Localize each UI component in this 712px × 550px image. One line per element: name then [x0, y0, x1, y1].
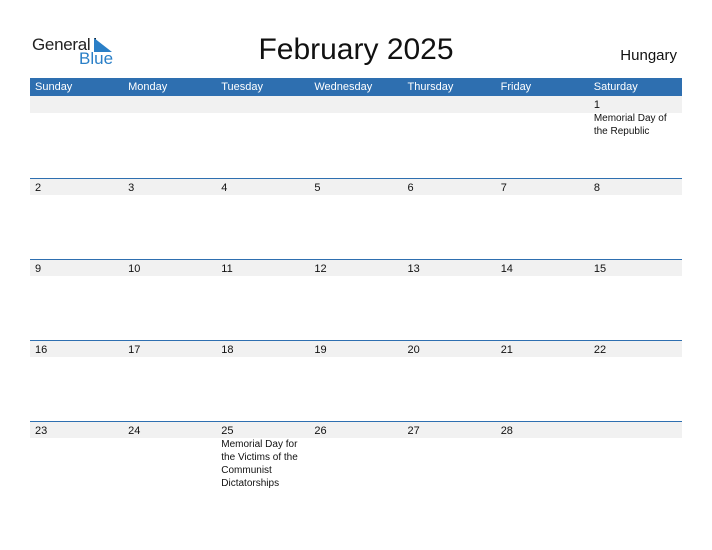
weekday-sunday: Sunday	[35, 81, 73, 93]
day-number	[221, 97, 309, 112]
day-number: 7	[500, 182, 507, 194]
day-number	[314, 97, 402, 112]
day-number	[35, 97, 123, 112]
day-number: 19	[314, 344, 327, 356]
weekday-friday: Friday	[500, 81, 532, 93]
day-cell	[496, 96, 589, 177]
day-number: 20	[407, 344, 420, 356]
day-number	[501, 97, 589, 112]
holiday-event: Memorial Day of the Republic	[593, 113, 667, 137]
day-cell: 11	[216, 259, 309, 340]
day-cell: 9	[30, 259, 123, 340]
day-cell	[309, 96, 402, 177]
day-cell: 17	[123, 340, 216, 421]
day-cell: 21	[496, 340, 589, 421]
day-number: 14	[500, 263, 513, 275]
weekday-tuesday: Tuesday	[221, 81, 264, 93]
day-cell: 25 Memorial Day for the Victims of the Co…	[216, 421, 309, 502]
day-cell: 13	[403, 259, 496, 340]
day-number: 23	[35, 425, 48, 437]
day-cell: 6	[403, 178, 496, 259]
day-number: 2	[35, 182, 42, 194]
day-number: 12	[314, 263, 327, 275]
day-cell: 22	[589, 340, 682, 421]
day-number: 10	[128, 263, 141, 275]
week-row: 16 17 18 19 20 21 22	[30, 340, 682, 421]
day-cell: 7	[496, 178, 589, 259]
day-cell: 8	[589, 178, 682, 259]
country-label: Hungary	[620, 47, 677, 64]
day-cell: 14	[496, 259, 589, 340]
week-row: 1 Memorial Day of the Republic	[30, 96, 682, 177]
week-row: 23 24 25 Memorial Day for the Victims of th…	[30, 421, 682, 502]
day-number	[408, 97, 496, 112]
day-cell: 15	[589, 259, 682, 340]
calendar-title: February 2025	[258, 33, 454, 66]
day-number: 15	[593, 263, 607, 275]
weekday-wednesday: Wednesday	[314, 81, 373, 93]
day-cell	[123, 96, 216, 177]
day-cell: 1 Memorial Day of the Republic	[589, 96, 682, 177]
weekday-header: Sunday Monday Tuesday Wednesday Thursday…	[30, 78, 682, 96]
day-number: 26	[314, 425, 327, 437]
weekday-monday: Monday	[128, 81, 168, 93]
day-cell: 4	[216, 178, 309, 259]
day-number: 8	[593, 182, 600, 194]
day-number: 5	[314, 182, 321, 194]
day-number: 11	[221, 263, 233, 275]
day-number: 24	[128, 425, 141, 437]
day-cell	[589, 421, 682, 502]
day-number: 25	[221, 425, 234, 437]
weekday-thursday: Thursday	[407, 81, 454, 93]
day-number	[128, 97, 216, 112]
week-row: 9 10 11 12 13 14 15	[30, 259, 682, 340]
day-number: 13	[407, 263, 420, 275]
day-cell: 23	[30, 421, 123, 502]
day-cell: 10	[123, 259, 216, 340]
day-cell: 12	[309, 259, 402, 340]
week-row: 2 3 4 5 6 7 8	[30, 178, 682, 259]
day-cell: 27	[403, 421, 496, 502]
day-cell: 20	[403, 340, 496, 421]
day-number: 6	[407, 182, 414, 194]
day-cell	[403, 96, 496, 177]
day-cell: 3	[123, 178, 216, 259]
day-number	[594, 423, 682, 438]
day-cell: 24	[123, 421, 216, 502]
day-number: 22	[593, 344, 607, 356]
day-cell: 2	[30, 178, 123, 259]
holiday-event: Memorial Day for the Victims of the Comm…	[221, 439, 298, 489]
weekday-saturday: Saturday	[593, 81, 638, 93]
day-cell: 16	[30, 340, 123, 421]
day-cell: 19	[309, 340, 402, 421]
day-number: 28	[500, 425, 513, 437]
day-cell: 5	[309, 178, 402, 259]
day-number: 18	[221, 344, 234, 356]
day-cell	[216, 96, 309, 177]
day-number: 17	[128, 344, 141, 356]
day-cell: 26	[309, 421, 402, 502]
day-number: 16	[35, 344, 48, 356]
day-number: 21	[500, 344, 513, 356]
day-cell: 28	[496, 421, 589, 502]
day-number: 27	[407, 425, 420, 437]
day-number: 4	[221, 182, 228, 194]
day-number: 9	[35, 263, 42, 275]
day-cell	[30, 96, 123, 177]
day-cell: 18	[216, 340, 309, 421]
day-number: 3	[128, 182, 135, 194]
day-number: 1	[593, 99, 600, 111]
